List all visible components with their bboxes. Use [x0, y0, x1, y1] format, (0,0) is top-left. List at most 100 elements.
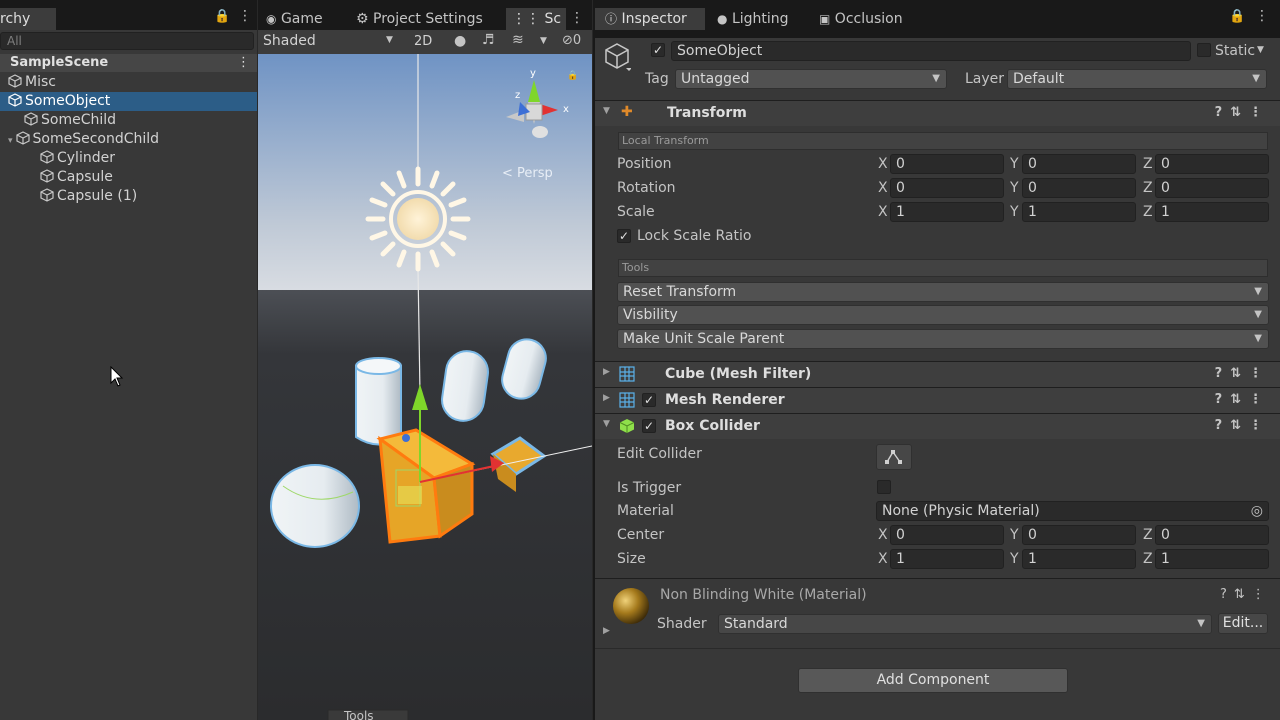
hierarchy-item-capsule-1[interactable]: Capsule (1) [0, 187, 257, 206]
position-z-field[interactable]: 0 [1155, 154, 1269, 174]
scene-viewport[interactable]: y x z 🔒 < Persp Tools [258, 54, 592, 720]
tab-inspector[interactable]: ⓘ Inspector [595, 8, 705, 30]
component-header-icons[interactable]: ?⇅⋮ [1215, 105, 1270, 120]
fold-arrow-icon[interactable]: ▼ [603, 419, 610, 429]
tab-occlusion[interactable]: ▣ Occlusion [819, 8, 903, 30]
box-collider-enabled-checkbox[interactable]: ✓ [642, 419, 656, 433]
rotation-y-field[interactable]: 0 [1022, 178, 1136, 198]
transform-header[interactable]: ▼ ✚ Transform ?⇅⋮ [595, 100, 1280, 126]
static-dropdown[interactable]: Static [1215, 43, 1255, 59]
hierarchy-item-misc[interactable]: Misc [0, 73, 257, 92]
mesh-renderer-header[interactable]: ▶ ✓ Mesh Renderer ?⇅⋮ [595, 387, 1280, 413]
scene-toolbar: Shaded ▼ 2D ● ♬ ≋ ▼ ⊘0 [258, 30, 592, 54]
tab-game[interactable]: ◉ Game [266, 8, 323, 30]
component-header-icons[interactable]: ?⇅⋮ [1215, 392, 1270, 407]
chevron-down-icon: ▼ [1254, 286, 1262, 297]
rotation-z-field[interactable]: 0 [1155, 178, 1269, 198]
material-title: Non Blinding White (Material) [660, 587, 867, 603]
hierarchy-item-somechild[interactable]: SomeChild [0, 111, 257, 130]
component-header-icons[interactable]: ?⇅⋮ [1215, 366, 1270, 381]
box-collider-header[interactable]: ▼ ✓ Box Collider ?⇅⋮ [595, 413, 1280, 439]
scene-menu-icon[interactable]: ⋮ [237, 54, 250, 72]
cylinder-object[interactable] [355, 357, 402, 446]
component-header-icons[interactable]: ?⇅⋮ [1215, 418, 1270, 433]
active-checkbox[interactable]: ✓ [651, 43, 665, 57]
position-y-field[interactable]: 0 [1022, 154, 1136, 174]
is-trigger-checkbox[interactable] [877, 480, 891, 494]
edit-collider-button[interactable] [876, 444, 912, 470]
hierarchy-search-input[interactable]: All [0, 32, 254, 50]
hierarchy-item-cylinder[interactable]: Cylinder [0, 149, 257, 168]
chevron-down-icon: ▼ [1252, 73, 1260, 84]
fold-arrow-icon[interactable]: ▶ [603, 367, 610, 377]
layer-label: Layer [965, 71, 1005, 87]
lock-icon[interactable]: 🔒 [214, 9, 230, 24]
tab-lighting[interactable]: ● Lighting [717, 8, 789, 30]
scale-y-field[interactable]: 1 [1022, 202, 1136, 222]
size-x-field[interactable]: 1 [890, 549, 1004, 569]
projection-label[interactable]: < Persp [502, 166, 553, 181]
gameobject-icon [15, 131, 30, 145]
axis-x-label: X [878, 527, 888, 543]
kebab-menu-icon[interactable]: ⋮ [570, 10, 584, 26]
fold-arrow-icon[interactable]: ▶ [603, 393, 610, 403]
divider [595, 578, 1280, 579]
gameobject-icon [40, 188, 54, 202]
tag-dropdown[interactable]: Untagged ▼ [675, 69, 947, 89]
shader-dropdown[interactable]: Standard ▼ [718, 614, 1212, 634]
center-z-field[interactable]: 0 [1155, 525, 1269, 545]
kebab-menu-icon[interactable]: ⋮ [1255, 8, 1269, 24]
axis-z-label: Z [1143, 551, 1153, 567]
visibility-dropdown[interactable]: Visbility ▼ [617, 305, 1269, 325]
lock-scale-checkbox[interactable]: ✓ [617, 229, 631, 243]
gameobject-icon [40, 150, 54, 164]
fold-arrow-icon[interactable]: ▶ [603, 626, 610, 636]
gameobject-icon [24, 112, 38, 126]
position-x-field[interactable]: 0 [890, 154, 1004, 174]
reset-transform-dropdown[interactable]: Reset Transform ▼ [617, 282, 1269, 302]
axis-y-label: Y [1010, 180, 1019, 196]
gameobject-icon [8, 74, 22, 88]
tab-project-settings[interactable]: ⚙ Project Settings [356, 8, 483, 30]
scale-z-field[interactable]: 1 [1155, 202, 1269, 222]
static-checkbox[interactable] [1197, 43, 1211, 57]
expand-arrow-icon[interactable]: ▾ [8, 136, 13, 146]
tab-scene[interactable]: ⋮⋮ Sc [506, 8, 566, 30]
audio-toggle-icon[interactable]: ♬ [482, 32, 495, 48]
size-y-field[interactable]: 1 [1022, 549, 1136, 569]
mesh-renderer-enabled-checkbox[interactable]: ✓ [642, 393, 656, 407]
lighting-toggle-icon[interactable]: ● [454, 33, 466, 49]
kebab-menu-icon[interactable]: ⋮ [238, 8, 252, 24]
hierarchy-item-somesecondchild[interactable]: ▾ SomeSecondChild [0, 130, 257, 149]
object-picker-icon[interactable]: ◎ [1251, 502, 1263, 520]
chevron-down-icon: ▼ [386, 35, 393, 45]
sphere-object[interactable] [270, 464, 360, 548]
hierarchy-item-someobject[interactable]: SomeObject [0, 92, 257, 111]
center-x-field[interactable]: 0 [890, 525, 1004, 545]
fold-arrow-icon[interactable]: ▼ [603, 106, 610, 116]
toggle-2d-button[interactable]: 2D [414, 34, 432, 49]
directional-light-icon[interactable] [365, 166, 471, 272]
material-preview-icon [613, 588, 649, 624]
make-unit-scale-dropdown[interactable]: Make Unit Scale Parent ▼ [617, 329, 1269, 349]
lock-icon[interactable]: 🔒 [1229, 9, 1245, 24]
center-y-field[interactable]: 0 [1022, 525, 1136, 545]
layer-dropdown[interactable]: Default ▼ [1007, 69, 1267, 89]
tab-hierarchy[interactable]: rchy [0, 8, 56, 30]
scale-x-field[interactable]: 1 [890, 202, 1004, 222]
hidden-objects-icon[interactable]: ⊘0 [562, 33, 581, 48]
size-z-field[interactable]: 1 [1155, 549, 1269, 569]
edit-collider-icon [885, 450, 902, 464]
object-name-field[interactable]: SomeObject [671, 41, 1191, 61]
scene-header[interactable]: SampleScene ⋮ [0, 54, 257, 72]
effects-toggle-icon[interactable]: ≋ [512, 32, 524, 48]
shading-mode-dropdown[interactable]: Shaded [263, 33, 316, 49]
hierarchy-item-capsule[interactable]: Capsule [0, 168, 257, 187]
edit-shader-button[interactable]: Edit... [1218, 613, 1268, 634]
mesh-filter-header[interactable]: ▶ Cube (Mesh Filter) ?⇅⋮ [595, 361, 1280, 387]
hierarchy-item-label: SomeSecondChild [32, 131, 160, 147]
component-header-icons[interactable]: ?⇅⋮ [1220, 587, 1272, 602]
rotation-x-field[interactable]: 0 [890, 178, 1004, 198]
physic-material-field[interactable]: None (Physic Material) ◎ [876, 501, 1269, 521]
add-component-button[interactable]: Add Component [798, 668, 1068, 693]
